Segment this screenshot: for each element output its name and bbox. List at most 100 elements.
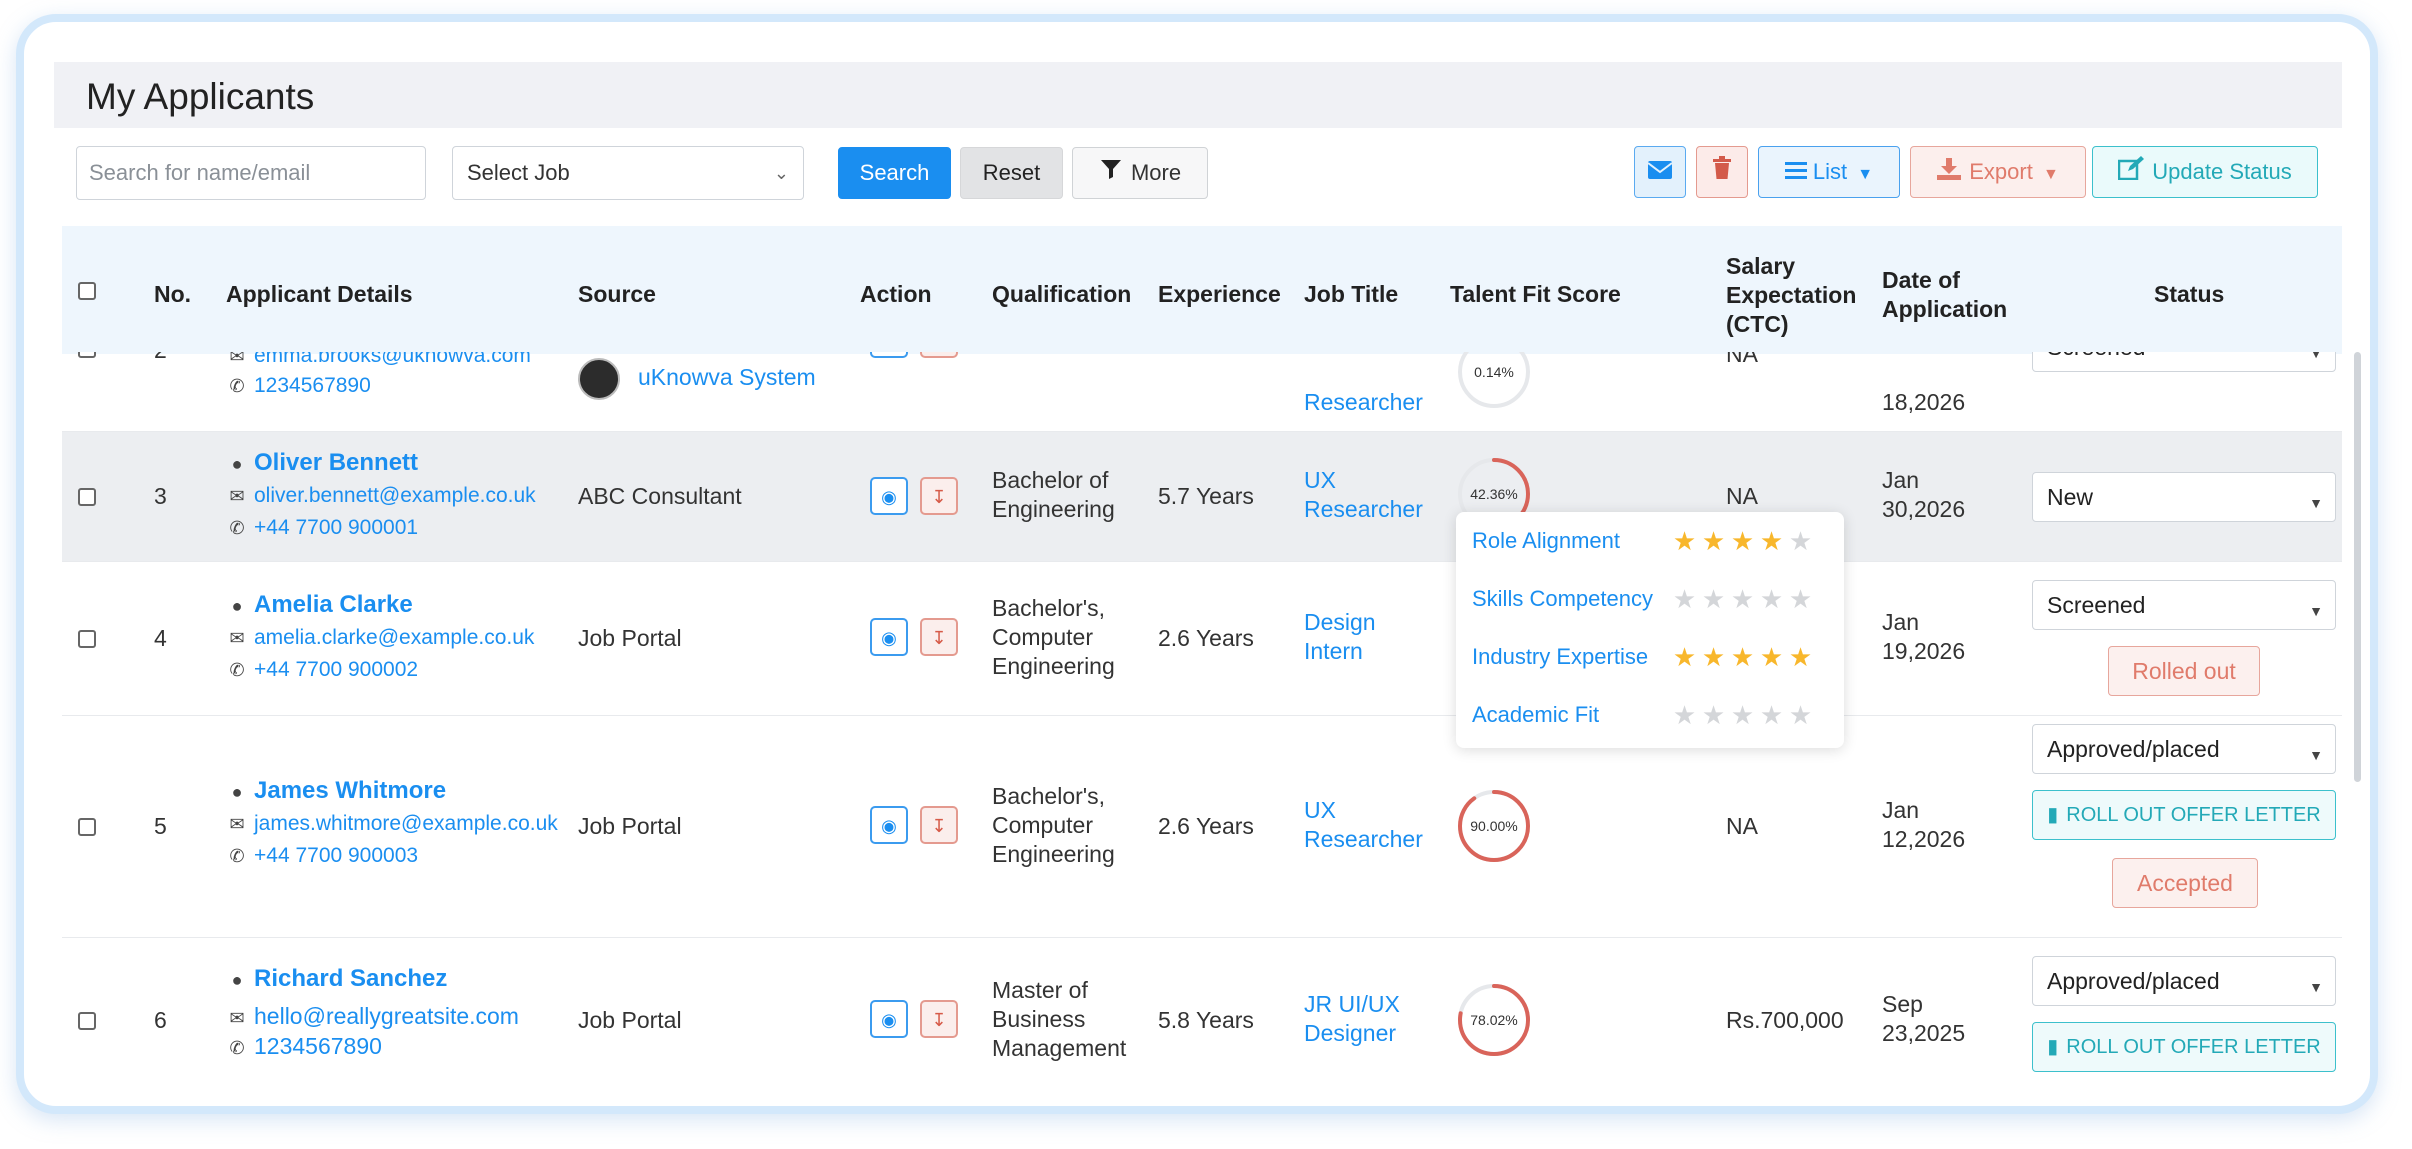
row-number: 5	[154, 813, 167, 839]
star-icon: ★	[1788, 526, 1813, 556]
experience-cell: 2.6 Years	[1158, 625, 1254, 651]
talent-fit-ring[interactable]: 90.00%	[1456, 788, 1532, 864]
status-select[interactable]: Approved/placed ▼	[2032, 724, 2336, 774]
download-icon: ↧	[931, 628, 947, 648]
more-label: More	[1130, 160, 1182, 185]
search-button[interactable]: Search	[838, 147, 951, 199]
view-button[interactable]: ◉	[870, 806, 908, 844]
row-checkbox[interactable]	[78, 488, 96, 506]
talent-fit-ring[interactable]: 78.02%	[1456, 982, 1532, 1058]
star-icon: ★	[1788, 700, 1813, 730]
applicant-phone: ✆ +44 7700 900002	[226, 654, 418, 685]
col-qualification: Qualification	[992, 281, 1132, 307]
view-button[interactable]: ◉	[870, 618, 908, 656]
qualification-line: Computer	[992, 624, 1093, 650]
applicant-name: ● Richard Sanchez	[226, 964, 448, 995]
source-avatar	[578, 358, 620, 400]
row-checkbox[interactable]	[78, 630, 96, 648]
roll-out-offer-button[interactable]: ▮ ROLL OUT OFFER LETTER	[2032, 790, 2336, 840]
applicant-name-link[interactable]: Amelia Clarke	[254, 591, 413, 618]
chevron-down-icon: ▼	[2042, 166, 2059, 183]
applicant-name-link[interactable]: Oliver Bennett	[254, 449, 418, 476]
delete-button[interactable]	[1696, 146, 1748, 198]
view-button[interactable]: ◉	[870, 1000, 908, 1038]
status-value: Approved/placed	[2047, 968, 2220, 994]
phone-icon: ✆	[229, 660, 245, 680]
job-title-link[interactable]: Design Intern	[1304, 608, 1376, 666]
view-button[interactable]: ◉	[870, 477, 908, 515]
email-link[interactable]: oliver.bennett@example.co.uk	[254, 484, 536, 507]
download-button[interactable]: ↧	[920, 806, 958, 844]
update-status-button[interactable]: Update Status	[2092, 146, 2318, 198]
roll-out-offer-label: ROLL OUT OFFER LETTER	[2066, 1036, 2321, 1058]
source-link[interactable]: uKnowva System	[638, 364, 816, 390]
status-select[interactable]: Screened ▼	[2032, 580, 2336, 630]
source-cell: Job Portal	[578, 1007, 682, 1033]
email-link[interactable]: amelia.clarke@example.co.uk	[254, 626, 534, 649]
view-button[interactable]: ◉	[870, 352, 908, 358]
col-date: Date of Application	[1882, 266, 2007, 324]
star-icon: ★	[1730, 526, 1755, 556]
applicant-name-link[interactable]: James Whitmore	[254, 777, 446, 804]
status-value: Screened	[2047, 352, 2145, 360]
date-line: 30,2026	[1882, 496, 1966, 522]
list-label: List	[1812, 159, 1848, 184]
job-title-line: Intern	[1304, 638, 1363, 664]
reset-button[interactable]: Reset	[960, 147, 1063, 199]
table-scrollbar[interactable]	[2354, 352, 2361, 782]
export-label: Export	[1969, 159, 2033, 184]
app-frame: My Applicants Select Job ⌄ Search Reset …	[16, 14, 2378, 1114]
email-link[interactable]: emma.brooks@uknowva.com	[254, 352, 531, 367]
qualification-line: Business	[992, 1006, 1086, 1032]
status-select[interactable]: Screened ▼	[2032, 352, 2336, 372]
email-link[interactable]: james.whitmore@example.co.uk	[254, 812, 558, 835]
email-button[interactable]	[1634, 146, 1686, 198]
download-button[interactable]: ↧	[920, 618, 958, 656]
email-link[interactable]: hello@reallygreatsite.com	[254, 1003, 519, 1029]
select-job-dropdown[interactable]: Select Job ⌄	[452, 146, 804, 200]
edit-icon	[2118, 148, 2145, 198]
envelope-icon	[1647, 148, 1673, 198]
job-title-link[interactable]: JR UI/UX Designer	[1304, 990, 1400, 1048]
chevron-down-icon: ▼	[2309, 603, 2323, 619]
table-row[interactable]: 3 ● Oliver Bennett ✉ oliver.bennett@exampl…	[62, 432, 2342, 562]
popover-label-academic-fit: Academic Fit	[1472, 702, 1600, 727]
table-row[interactable]: 2 ✉ emma.brooks@uknowva.com ✆ 1234567890 u…	[62, 352, 2342, 432]
applicant-name-link[interactable]: Richard Sanchez	[254, 965, 447, 992]
experience-cell: 5.8 Years	[1158, 1007, 1254, 1033]
table-row[interactable]: 5 ● James Whitmore ✉ james.whitmore@exampl…	[62, 716, 2342, 938]
row-checkbox[interactable]	[78, 352, 96, 358]
table-row[interactable]: 6 ● Richard Sanchez ✉ hello@reallygreatsit…	[62, 938, 2342, 1082]
envelope-icon: ✉	[229, 486, 245, 506]
export-button[interactable]: Export ▼	[1910, 146, 2086, 198]
status-select[interactable]: New ▼	[2032, 472, 2336, 522]
experience-cell: 2.6 Years	[1158, 813, 1254, 839]
job-title-link[interactable]: UX Researcher	[1304, 796, 1423, 854]
select-all-checkbox[interactable]	[78, 282, 96, 300]
trash-icon	[1712, 148, 1732, 198]
roll-out-offer-button[interactable]: ▮ ROLL OUT OFFER LETTER	[2032, 1022, 2336, 1072]
job-title-line: Researcher	[1304, 826, 1423, 852]
job-title-link[interactable]: UX Researcher	[1304, 466, 1423, 524]
job-title-link[interactable]: Researcher	[1304, 388, 1423, 417]
download-icon	[1937, 148, 1962, 198]
date-cell: Jan 30,2026	[1882, 466, 1965, 524]
download-button[interactable]: ↧	[920, 352, 958, 358]
status-select[interactable]: Approved/placed ▼	[2032, 956, 2336, 1006]
row-checkbox[interactable]	[78, 818, 96, 836]
download-button[interactable]: ↧	[920, 1000, 958, 1038]
status-badge: Accepted	[2112, 858, 2258, 908]
list-view-button[interactable]: List ▼	[1758, 146, 1900, 198]
qualification-line: Bachelor of	[992, 467, 1109, 493]
more-filter-button[interactable]: More	[1072, 147, 1208, 199]
download-button[interactable]: ↧	[920, 477, 958, 515]
source-cell: Job Portal	[578, 813, 682, 839]
search-input[interactable]	[76, 146, 426, 200]
qualification-cell: Bachelor of Engineering	[992, 466, 1115, 524]
source-cell: uKnowva System	[578, 358, 816, 400]
envelope-icon: ✉	[229, 352, 245, 366]
phone-icon: ✆	[229, 376, 245, 396]
table-row[interactable]: 4 ● Amelia Clarke ✉ amelia.clarke@example.…	[62, 562, 2342, 716]
applicant-email: ✉ oliver.bennett@example.co.uk	[226, 480, 536, 511]
row-checkbox[interactable]	[78, 1012, 96, 1030]
